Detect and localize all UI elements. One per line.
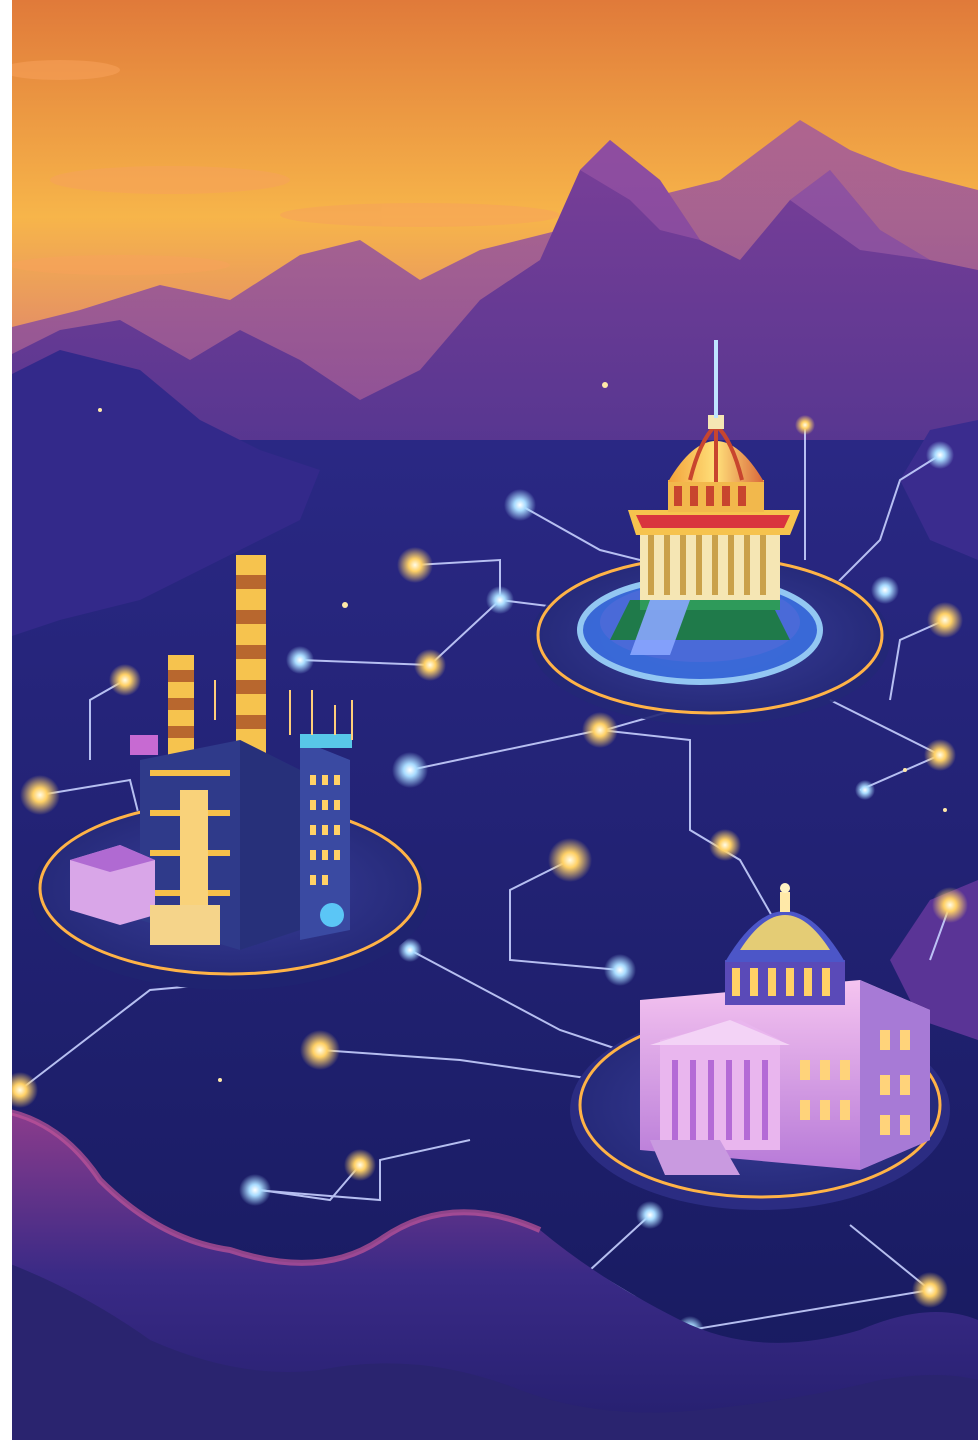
glow-node — [795, 415, 815, 435]
glow-node — [504, 489, 536, 521]
glow-node — [397, 547, 433, 583]
glow-node — [286, 646, 314, 674]
glow-node — [486, 586, 514, 614]
glow-node — [912, 1272, 948, 1308]
glow-node — [109, 664, 141, 696]
glow-node — [414, 649, 446, 681]
glow-node — [932, 887, 968, 923]
glow-node — [344, 1149, 376, 1181]
glow-node — [300, 1030, 340, 1070]
glow-node — [582, 712, 618, 748]
glow-node — [239, 1174, 271, 1206]
glow-node — [548, 838, 592, 882]
scene-svg — [0, 0, 978, 1440]
glow-node — [709, 829, 741, 861]
glow-node — [604, 954, 636, 986]
glow-node — [20, 775, 60, 815]
glow-node — [392, 752, 428, 788]
image-border — [0, 0, 12, 1440]
glow-node — [636, 1201, 664, 1229]
illustration-scene — [0, 0, 978, 1440]
glow-node — [927, 602, 963, 638]
glow-node — [871, 576, 899, 604]
glow-node — [926, 441, 954, 469]
glow-node — [855, 780, 875, 800]
glow-node — [924, 739, 956, 771]
